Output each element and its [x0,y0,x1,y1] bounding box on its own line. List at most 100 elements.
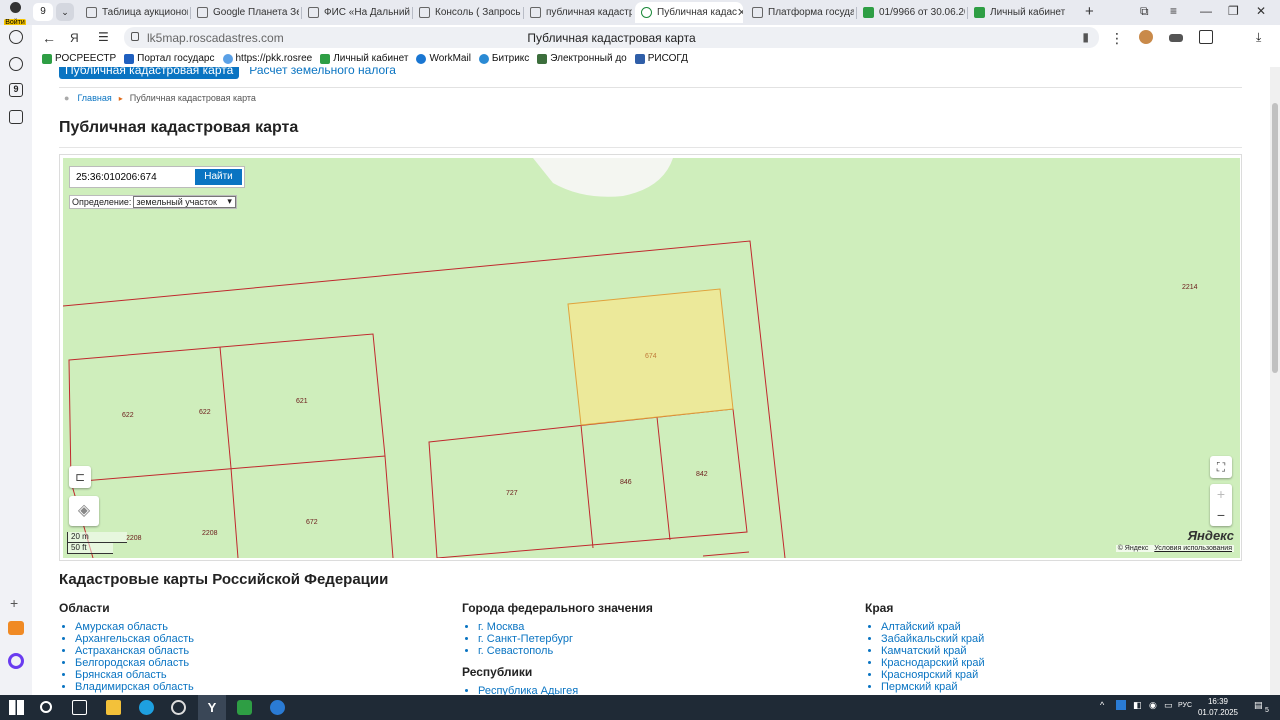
fullscreen-icon[interactable]: ⛶ [1210,456,1232,478]
network-icon[interactable]: ▭ [1164,700,1173,711]
task-view-icon[interactable] [72,700,87,715]
region-link[interactable]: Белгородская область [75,657,194,669]
more-icon[interactable]: ⋮ [1110,30,1124,47]
zoom-out-button[interactable]: − [1210,505,1232,526]
tab[interactable]: Платформа государственных [746,2,854,23]
collections-icon[interactable]: ⧉ [1140,4,1149,19]
profile-button[interactable]: Войти [3,2,27,27]
region-link[interactable]: Камчатский край [881,645,985,657]
extension-icon-2[interactable] [1169,34,1183,42]
scrollbar-thumb[interactable] [1272,103,1278,373]
layers-icon[interactable]: ◈ [69,496,99,526]
region-link[interactable]: Алтайский край [881,621,985,633]
file-explorer-icon[interactable] [106,700,121,715]
windows-start-icon[interactable] [9,700,24,715]
region-link[interactable]: Краснодарский край [881,657,985,669]
page-scrollbar[interactable] [1270,67,1280,695]
region-link[interactable]: Астраханская область [75,645,194,657]
tab[interactable]: ФИС «На Дальний Восток» [302,2,410,23]
bookmark-risogd[interactable]: РИСОГД [634,53,688,64]
chrome-icon[interactable] [171,700,186,715]
tab[interactable]: 01/9966 от 30.06.2025 [857,2,965,23]
bookmark-gosuslugi[interactable]: Портал государс [124,53,215,64]
cadastral-map[interactable]: 674 622 622 621 727 846 842 672 2208 220… [63,158,1240,558]
browser-sidebar: 9 + [0,25,32,695]
minimize-icon[interactable]: — [1200,4,1212,18]
tray-app-icon[interactable] [1116,700,1126,710]
bookmark-rosreestr[interactable]: РОСРЕЕСТР [42,53,116,64]
region-link[interactable]: Владимирская область [75,681,194,693]
chevron-up-icon[interactable]: ^ [1100,700,1104,710]
yandex-icon[interactable]: Я [70,31,79,45]
tab[interactable]: Google Планета Земля [191,2,299,23]
camera-icon[interactable] [9,110,23,124]
region-link[interactable]: Пермский край [881,681,985,693]
tab-active[interactable]: Публичная кадас ✕ [635,2,743,23]
tray-icon[interactable]: ◧ [1133,700,1142,711]
region-link[interactable]: Архангельская область [75,633,194,645]
play-icon[interactable] [9,57,23,71]
region-link[interactable]: Брянская область [75,669,194,681]
back-icon[interactable]: ← [42,30,56,46]
land-tax-link[interactable]: Расчет земельного налога [249,67,396,79]
ruler-icon[interactable]: ⊏ [69,466,91,488]
bookmark-workmail[interactable]: WorkMail [416,53,471,64]
region-link[interactable]: г. Москва [478,621,653,633]
history-icon[interactable] [9,30,23,44]
tray-icon[interactable]: ◉ [1149,700,1157,711]
region-link[interactable]: Амурская область [75,621,194,633]
tab[interactable]: Консоль ( Запросы ) [413,2,521,23]
search-icon[interactable] [40,701,52,713]
region-link[interactable]: г. Санкт-Петербург [478,633,653,645]
downloads-icon[interactable]: ⤓ [1256,30,1270,44]
menu-icon[interactable]: ≡ [1170,4,1177,18]
close-window-icon[interactable]: ✕ [1256,4,1266,18]
keyboard-language[interactable]: РУС [1178,702,1192,709]
close-icon[interactable]: ✕ [737,6,743,19]
page-title: Публичная кадастровая карта [59,119,299,136]
region-link[interactable]: Республика Адыгея [478,685,653,695]
app-9-icon[interactable]: 9 [9,83,23,97]
bookmark-label: Битрикс [491,53,530,64]
maximize-icon[interactable]: ❐ [1228,4,1239,18]
zoom-in-button[interactable]: + [1210,484,1232,505]
bookmark-pkk[interactable]: https://pkk.rosree [222,53,312,64]
address-bar[interactable]: lk5map.roscadastres.com Публичная кадаст… [124,27,1099,48]
region-link[interactable]: г. Севастополь [478,645,653,657]
breadcrumb-home[interactable]: Главная [77,93,111,103]
bookmark-edoc[interactable]: Электронный до [537,53,627,64]
shield-icon[interactable] [237,700,252,715]
region-link[interactable]: Забайкальский край [881,633,985,645]
page-content: Публичная кадастровая карта Расчет земел… [32,67,1270,695]
bookmark-cabinet[interactable]: Личный кабинет [320,53,408,64]
yandex-browser-icon[interactable]: Y [198,695,226,720]
notifications-icon[interactable]: ▤ [1254,700,1263,711]
parcel-label: 846 [620,479,632,486]
reading-list-icon[interactable] [1199,30,1213,44]
parcel-label: 2208 [126,535,142,542]
definition-select[interactable]: земельный участок [133,196,236,208]
bookmark-bitrix[interactable]: Битрикс [478,53,530,64]
rosreestr-icon [42,53,52,64]
map-terms-link[interactable]: Условия использования [1154,545,1232,552]
pin-icon: ● [64,93,70,103]
alice-icon[interactable] [8,653,24,669]
cadastral-number-input[interactable] [73,169,190,185]
tab[interactable]: Таблица аукционов [80,2,188,23]
cadastral-map-button[interactable]: Публичная кадастровая карта [59,67,240,79]
tab-counter[interactable]: 9 [33,3,53,21]
new-tab-icon[interactable]: + [1085,3,1094,20]
find-button[interactable]: Найти [195,169,242,185]
mail-icon[interactable] [8,621,24,635]
add-icon[interactable]: + [10,595,18,611]
chevron-down-icon[interactable]: ⌄ [56,3,74,21]
region-link[interactable]: Красноярский край [881,669,985,681]
clock[interactable]: 16:39 01.07.2025 [1197,696,1239,718]
edge-icon[interactable] [139,700,154,715]
tab[interactable]: публичная кадастровая [524,2,632,23]
reader-icon[interactable]: ☰ [98,30,109,44]
bookmark-icon[interactable]: ▮ [1082,30,1089,44]
extension-icon[interactable] [1139,30,1153,44]
telegram-icon[interactable] [270,700,285,715]
tab[interactable]: Личный кабинет [968,2,1076,23]
